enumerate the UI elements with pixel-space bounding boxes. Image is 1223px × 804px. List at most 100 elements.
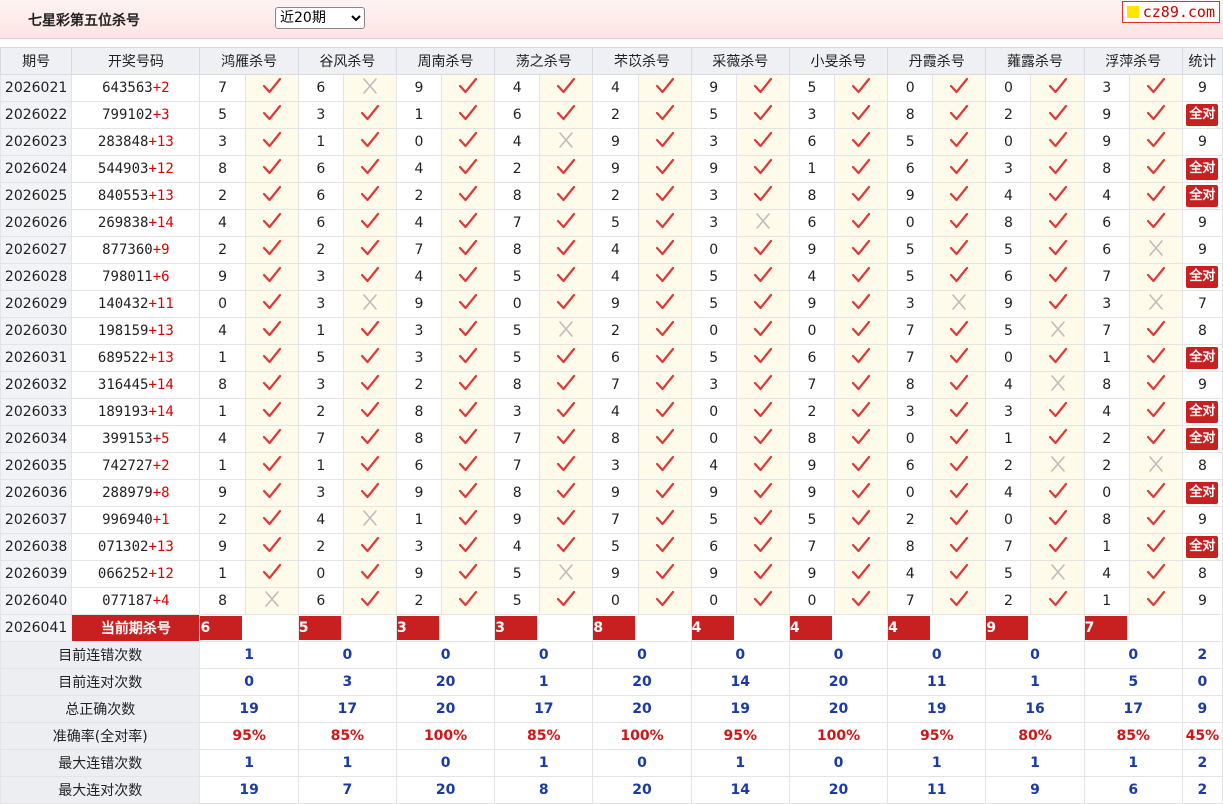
check-icon bbox=[1146, 374, 1165, 391]
stat-cell: 8 bbox=[1181, 452, 1223, 480]
kill-number-cell: 4 bbox=[297, 506, 344, 534]
kill-number-cell: 6 bbox=[395, 452, 443, 480]
logo-text: cz89.com bbox=[1142, 3, 1215, 21]
kill-number-cell: 3 bbox=[985, 398, 1032, 426]
check-icon bbox=[360, 401, 379, 418]
check-icon bbox=[950, 563, 969, 580]
result-mark-cell bbox=[441, 236, 496, 264]
check-icon bbox=[950, 104, 969, 121]
header-expert: 芣苡杀号 bbox=[592, 47, 692, 75]
check-icon bbox=[459, 77, 478, 94]
table-row: 2026023 283848+13 3 1 0 4 9 3 6 5 0 9 9 bbox=[0, 128, 1223, 156]
result-mark-cell bbox=[1128, 236, 1183, 264]
period-cell: 2026026 bbox=[0, 209, 73, 237]
check-icon bbox=[950, 77, 969, 94]
check-icon bbox=[1048, 185, 1067, 202]
result-mark-cell bbox=[637, 506, 692, 534]
cross-icon bbox=[363, 294, 377, 310]
kill-number-cell: 1 bbox=[297, 317, 344, 345]
kill-number-cell: 4 bbox=[199, 209, 246, 237]
check-icon bbox=[459, 482, 478, 499]
kill-number-cell: 0 bbox=[1083, 479, 1130, 507]
stat-cell: 7 bbox=[1181, 290, 1223, 318]
kill-number-cell: 6 bbox=[297, 587, 344, 615]
kill-number-cell: 6 bbox=[494, 101, 541, 129]
open-number-cell: 066252+12 bbox=[71, 560, 201, 588]
check-icon bbox=[1146, 536, 1165, 553]
check-icon bbox=[262, 347, 281, 364]
result-mark-cell bbox=[441, 344, 496, 372]
result-mark-cell bbox=[441, 182, 496, 210]
result-mark-cell bbox=[342, 155, 397, 183]
table-row: 2026038 071302+13 9 2 3 4 5 6 7 8 7 1 全对 bbox=[0, 533, 1223, 561]
kill-number-cell: 4 bbox=[690, 452, 737, 480]
period-range-select[interactable]: 近20期 bbox=[275, 7, 365, 29]
kill-number-cell: 1 bbox=[1083, 344, 1130, 372]
result-mark-cell bbox=[735, 371, 790, 399]
stat-value: 8 bbox=[1197, 323, 1207, 339]
all-correct-badge: 全对 bbox=[1186, 158, 1219, 180]
open-number-cell: 689522+13 bbox=[71, 344, 201, 372]
check-icon bbox=[557, 401, 576, 418]
check-icon bbox=[1048, 239, 1067, 256]
kill-number-cell: 4 bbox=[985, 371, 1032, 399]
main-numbers: 798011 bbox=[102, 269, 153, 285]
result-mark-cell bbox=[932, 182, 987, 210]
current-kill-cell: 3 bbox=[395, 614, 496, 642]
summary-value: 20 bbox=[592, 695, 692, 723]
kill-number-cell: 2 bbox=[297, 236, 344, 264]
current-stat-cell bbox=[1181, 614, 1223, 642]
result-mark-cell bbox=[637, 209, 692, 237]
result-mark-cell bbox=[735, 344, 790, 372]
summary-value: 17 bbox=[297, 695, 397, 723]
kill-number-cell: 8 bbox=[592, 425, 639, 453]
kill-number-cell: 0 bbox=[297, 560, 344, 588]
current-kill-number: 4 bbox=[692, 616, 734, 640]
table-row: 2026032 316445+14 8 3 2 8 7 3 7 8 4 8 9 bbox=[0, 371, 1223, 399]
stat-cell: 8 bbox=[1181, 560, 1223, 588]
kill-number-cell: 0 bbox=[985, 128, 1032, 156]
result-mark-cell bbox=[833, 155, 889, 183]
result-mark-cell bbox=[637, 236, 692, 264]
summary-value: 1 bbox=[494, 749, 594, 777]
check-icon bbox=[1048, 347, 1067, 364]
kill-number-cell: 0 bbox=[985, 74, 1032, 102]
kill-number-cell: 0 bbox=[985, 506, 1032, 534]
check-icon bbox=[459, 509, 478, 526]
check-icon bbox=[557, 185, 576, 202]
result-mark-cell bbox=[833, 452, 889, 480]
kill-number-cell: 4 bbox=[1083, 182, 1130, 210]
check-icon bbox=[655, 239, 674, 256]
result-mark-cell bbox=[932, 317, 987, 345]
summary-value: 0 bbox=[788, 749, 889, 777]
kill-number-cell: 4 bbox=[494, 533, 541, 561]
kill-number-cell: 4 bbox=[985, 479, 1032, 507]
special-number: +13 bbox=[148, 350, 174, 366]
result-mark-cell bbox=[441, 74, 496, 102]
check-icon bbox=[1048, 158, 1067, 175]
check-icon bbox=[1146, 428, 1165, 445]
check-icon bbox=[459, 590, 478, 607]
all-correct-badge: 全对 bbox=[1186, 347, 1219, 369]
summary-value: 1 bbox=[985, 668, 1085, 696]
kill-number-cell: 9 bbox=[788, 452, 836, 480]
stat-cell: 全对 bbox=[1181, 479, 1223, 507]
site-logo[interactable]: cz89.com bbox=[1121, 1, 1220, 23]
result-mark-cell bbox=[932, 452, 987, 480]
check-icon bbox=[753, 563, 772, 580]
kill-number-cell: 7 bbox=[887, 587, 934, 615]
result-mark-cell bbox=[244, 290, 299, 318]
summary-value: 20 bbox=[788, 668, 889, 696]
header-open-number: 开奖号码 bbox=[71, 47, 201, 75]
check-icon bbox=[262, 77, 281, 94]
stat-cell: 9 bbox=[1181, 506, 1223, 534]
main-numbers: 742727 bbox=[102, 458, 153, 474]
kill-number-cell: 3 bbox=[297, 101, 344, 129]
top-bar: 七星彩第五位杀号 近20期 cz89.com bbox=[0, 0, 1223, 39]
period-cell: 2026031 bbox=[0, 344, 73, 372]
result-mark-cell bbox=[342, 290, 397, 318]
header-row: 期号 开奖号码 鸿雁杀号 谷风杀号 周南杀号 荡之杀号 芣苡杀号 采薇杀号 小旻杀号 丹霞杀号 蕹露… bbox=[0, 47, 1223, 75]
summary-value: 0 bbox=[592, 749, 692, 777]
result-mark-cell bbox=[1128, 101, 1183, 129]
result-mark-cell bbox=[932, 155, 987, 183]
